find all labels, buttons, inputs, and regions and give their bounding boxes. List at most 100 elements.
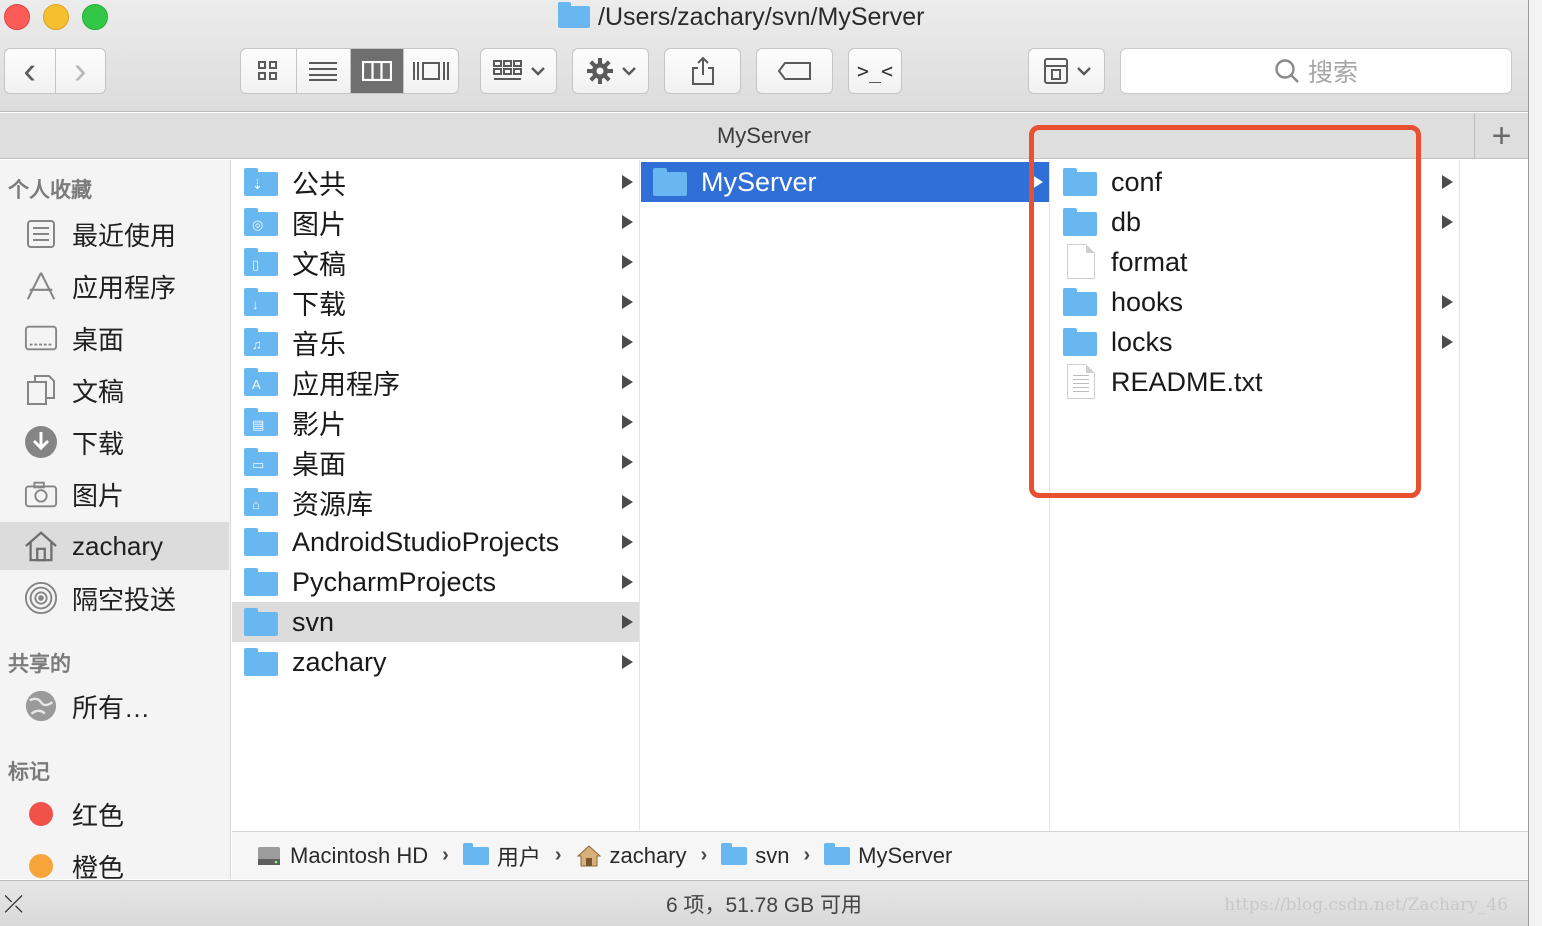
file-name: 资源库: [292, 489, 373, 520]
disclosure-arrow-icon: [1442, 175, 1453, 189]
device-menu-button[interactable]: [1028, 48, 1105, 94]
disclosure-arrow-icon: [622, 535, 633, 549]
folder-icon: [244, 608, 278, 636]
forward-button[interactable]: ›: [56, 49, 106, 93]
file-row-format[interactable]: format: [1051, 242, 1459, 282]
sidebar-item-label: 文稿: [72, 376, 125, 407]
status-bar: ⤫ 6 项，51.78 GB 可用 https://blog.csdn.net/…: [0, 880, 1528, 926]
icon-view-button[interactable]: [241, 49, 297, 93]
breadcrumb-svn[interactable]: svn: [721, 842, 789, 869]
file-row-myserver[interactable]: MyServer: [641, 162, 1049, 202]
share-icon: [691, 56, 714, 85]
desktop-icon: [24, 321, 58, 355]
open-terminal-button[interactable]: >_<: [848, 48, 902, 94]
sidebar-item-airdrop[interactable]: 隔空投送: [0, 574, 229, 622]
sidebar-item-label: 隔空投送: [72, 584, 177, 615]
file-name: locks: [1111, 326, 1173, 357]
file-row-db[interactable]: db: [1051, 202, 1459, 242]
folder-icon: ⌂: [244, 488, 278, 516]
terminal-icon: >_<: [856, 59, 894, 83]
file-row-library[interactable]: ⌂ 资源库: [232, 482, 639, 522]
folder-icon: ▭: [244, 448, 278, 476]
search-input[interactable]: 搜索: [1120, 48, 1512, 94]
file-row-public[interactable]: ⇣ 公共: [232, 162, 639, 202]
file-name: conf: [1111, 166, 1163, 197]
file-row-locks[interactable]: locks: [1051, 322, 1459, 362]
text-file-icon: [1067, 364, 1095, 399]
back-button[interactable]: ‹: [5, 49, 56, 93]
breadcrumb-users[interactable]: 用户: [462, 840, 541, 872]
file-row-music[interactable]: ♫ 音乐: [232, 322, 639, 362]
sidebar-item-tag-red[interactable]: 红色: [0, 790, 229, 838]
sidebar-heading-favorites: 个人收藏: [8, 179, 92, 202]
disclosure-arrow-icon: [622, 655, 633, 669]
file-row-hooks[interactable]: hooks: [1051, 282, 1459, 322]
disclosure-arrow-icon: [622, 295, 633, 309]
disclosure-arrow-icon: [1442, 215, 1453, 229]
breadcrumb-macintosh-hd[interactable]: Macintosh HD: [256, 843, 428, 869]
zoom-window-button[interactable]: [82, 4, 108, 30]
group-by-button[interactable]: [480, 48, 557, 94]
tab-myserver[interactable]: MyServer: [717, 123, 811, 149]
file-row-conf[interactable]: conf: [1051, 162, 1459, 202]
resize-icon[interactable]: ⤫: [4, 891, 23, 919]
sidebar-item-all-shared[interactable]: 所有…: [0, 682, 229, 730]
folder-icon: [244, 568, 278, 596]
file-row-zachary[interactable]: zachary: [232, 642, 639, 682]
edit-tags-button[interactable]: [756, 48, 833, 94]
tab-bar: MyServer +: [0, 113, 1528, 159]
chevron-down-icon: [1076, 67, 1091, 76]
file-name: README.txt: [1111, 366, 1263, 397]
sidebar-item-pictures[interactable]: 图片: [0, 470, 229, 518]
folder-icon: ↓: [244, 288, 278, 316]
close-window-button[interactable]: [4, 4, 30, 30]
file-row-documents[interactable]: ▯ 文稿: [232, 242, 639, 282]
sidebar-item-tag-orange[interactable]: 橙色: [0, 842, 229, 879]
gallery-view-button[interactable]: [404, 49, 458, 93]
breadcrumb-separator-icon: ›: [803, 844, 811, 866]
folder-icon: [1063, 208, 1097, 236]
sidebar-item-desktop[interactable]: 桌面: [0, 314, 229, 362]
file-row-pycharmprojects[interactable]: PycharmProjects: [232, 562, 639, 602]
file-row-androidstudioprojects[interactable]: AndroidStudioProjects: [232, 522, 639, 562]
sidebar-item-applications[interactable]: 应用程序: [0, 262, 229, 310]
home-icon: [24, 529, 58, 563]
file-row-movies[interactable]: ▤ 影片: [232, 402, 639, 442]
file-row-desktop[interactable]: ▭ 桌面: [232, 442, 639, 482]
file-row-pictures[interactable]: ◎ 图片: [232, 202, 639, 242]
sidebar-item-label: 应用程序: [72, 272, 177, 303]
sidebar-item-downloads[interactable]: 下载: [0, 418, 229, 466]
minimize-window-button[interactable]: [43, 4, 69, 30]
sidebar-item-recents[interactable]: 最近使用: [0, 210, 229, 258]
disclosure-arrow-icon: [622, 415, 633, 429]
folder-icon: [824, 842, 851, 865]
folder-icon: [558, 2, 590, 28]
airdrop-icon: [24, 581, 58, 615]
blank-file-icon: [1067, 244, 1095, 279]
pictures-icon: [24, 477, 58, 511]
sidebar-item-documents[interactable]: 文稿: [0, 366, 229, 414]
window-title: /Users/zachary/svn/MyServer: [558, 2, 924, 32]
breadcrumb-separator-icon: ›: [554, 844, 562, 866]
file-name: 音乐: [292, 329, 346, 360]
file-name: PycharmProjects: [292, 566, 497, 597]
disclosure-arrow-icon: [1442, 295, 1453, 309]
share-button[interactable]: [664, 48, 741, 94]
folder-icon: ♫: [244, 328, 278, 356]
file-row-svn[interactable]: svn: [232, 602, 639, 642]
file-row-readme[interactable]: README.txt: [1051, 362, 1459, 402]
file-row-downloads[interactable]: ↓ 下载: [232, 282, 639, 322]
downloads-icon: [24, 425, 58, 459]
file-row-applications[interactable]: A 应用程序: [232, 362, 639, 402]
list-view-icon: [309, 62, 338, 81]
list-view-button[interactable]: [297, 49, 351, 93]
sidebar-item-label: 图片: [72, 480, 125, 511]
file-name: 桌面: [292, 449, 346, 480]
breadcrumb-zachary[interactable]: zachary: [576, 843, 687, 869]
column-view-button[interactable]: [350, 49, 405, 93]
sidebar-item-label: 所有…: [72, 692, 151, 723]
action-menu-button[interactable]: [572, 48, 649, 94]
breadcrumb-myserver[interactable]: MyServer: [824, 842, 952, 869]
new-tab-button[interactable]: +: [1474, 113, 1528, 159]
sidebar-item-home[interactable]: zachary: [0, 522, 229, 570]
